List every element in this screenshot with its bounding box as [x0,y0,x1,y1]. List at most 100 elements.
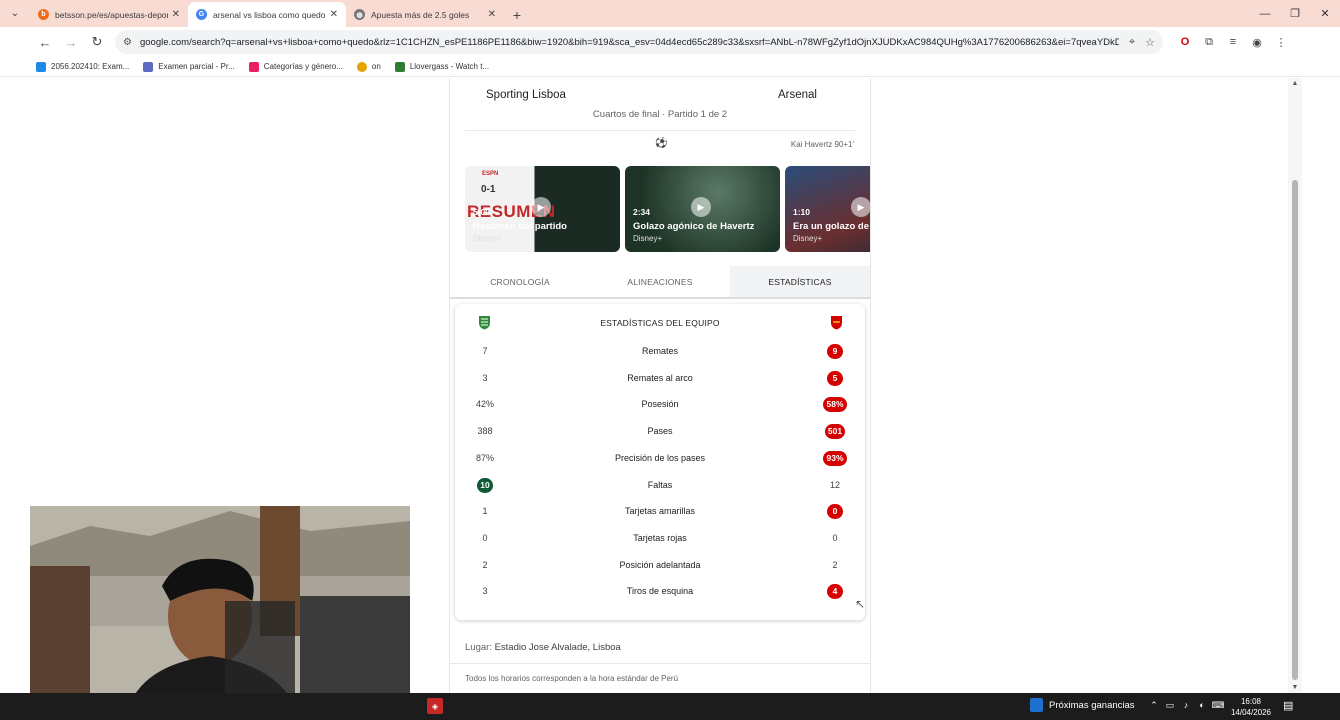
away-team-name[interactable]: Arsenal [778,89,817,101]
away-stat-text: 2 [832,559,838,570]
home-stat-text: 3 [482,372,488,383]
video-duration: 1:10 [793,207,811,217]
tab-alineaciones[interactable]: ALINEACIONES [590,266,730,297]
video-card[interactable]: ▶ 2:34 Golazo agónico de Havertz Disney+ [625,166,780,252]
scroll-thumb[interactable] [1292,180,1298,680]
away-stat-text: 0 [832,532,838,543]
home-stat-value: 7 [467,346,503,356]
away-stat-text: 501 [824,424,846,440]
media-control-icon[interactable]: ≡ [1221,30,1245,54]
tab-search-chevron-icon[interactable]: ⌄ [0,0,30,27]
system-clock[interactable]: 16:08 14/04/2026 [1228,696,1274,718]
stat-row: 0 Tarjetas rojas 0 [455,529,865,547]
play-icon[interactable]: ▶ [691,197,711,217]
divider [450,663,870,664]
url-text: google.com/search?q=arsenal+vs+lisboa+co… [139,36,1119,48]
video-source: Disney+ [633,234,663,243]
close-window-icon[interactable]: ✕ [1310,0,1340,27]
video-card[interactable]: ESPN 0-1 RESUMEN ▶ 5:00 Resumen del part… [465,166,620,252]
home-stat-value: 2 [467,560,503,570]
away-stat-value: 501 [817,424,853,440]
windows-taskbar: ◈ Próximas ganancias ⌃ ▭ ♪ ◐ ⌨ 16:08 14/… [0,693,1340,720]
home-team-name[interactable]: Sporting Lisboa [486,89,566,101]
stat-row: 42% Posesión 58% [455,395,865,413]
home-stat-text: 87% [475,452,494,463]
home-stat-text: 10 [477,477,493,493]
bookmark-item[interactable]: on [356,61,381,72]
stat-label: Posesión [641,399,679,410]
webcam-image [30,506,410,720]
bookmark-item[interactable]: Examen parcial - Pr... [143,61,235,72]
opera-extension-icon[interactable]: O [1173,30,1197,54]
goal-scorer: Kai Havertz 90+1' [790,140,854,149]
address-bar[interactable]: ⚙ google.com/search?q=arsenal+vs+lisboa+… [115,30,1163,54]
stat-label: Remates [641,346,678,356]
keyboard-icon[interactable]: ⌨ [1210,700,1226,711]
home-stat-text: 2 [482,559,488,570]
tab-estadisticas[interactable]: ESTADÍSTICAS [730,266,870,297]
location-pin-icon[interactable]: ⌖ [1129,36,1135,49]
webcam-tray-icon[interactable]: ◐ [1194,700,1210,711]
home-stat-text: 7 [482,346,488,356]
tab-apuesta[interactable]: ◍ Apuesta más de 2.5 goles ✕ [346,2,504,27]
menu-kebab-icon[interactable]: ⋮ [1269,30,1293,54]
stat-label: Tarjetas rojas [633,532,687,543]
bookmark-star-icon[interactable]: ☆ [1145,36,1155,49]
tab-title: Apuesta más de 2.5 goles [371,9,470,20]
stat-label: Posición adelantada [619,559,701,570]
venue-label: Lugar: [465,642,492,653]
divider [465,130,855,131]
close-tab-icon[interactable]: ✕ [330,9,338,20]
bookmark-item[interactable]: 2056.202410: Exam... [36,61,129,72]
stats-title: ESTADÍSTICAS DEL EQUIPO [600,318,720,328]
venue-value[interactable]: Estadio Jose Alvalade, Lisboa [495,642,621,653]
clock-time: 16:08 [1240,697,1262,706]
clock-date: 14/04/2026 [1230,708,1272,717]
recording-app-icon[interactable]: ◈ [427,698,443,714]
site-settings-icon[interactable]: ⚙ [123,37,132,48]
tab-betsson[interactable]: b betsson.pe/es/apuestas-deport ✕ [30,2,188,27]
chevron-up-icon[interactable]: ⌃ [1146,700,1162,711]
away-stat-value: 9 [817,344,853,359]
extensions-puzzle-icon[interactable]: ⧉ [1197,30,1221,54]
scroll-up-icon[interactable]: ▲ [1288,80,1302,87]
video-carousel: ESPN 0-1 RESUMEN ▶ 5:00 Resumen del part… [465,166,870,252]
minimize-icon[interactable]: — [1250,0,1280,27]
speaker-icon[interactable]: ♪ [1178,700,1194,711]
stats-header: ESTADÍSTICAS DEL EQUIPO [455,314,865,332]
restore-icon[interactable]: ❐ [1280,0,1310,27]
bookmark-item[interactable]: Llovergass - Watch t... [394,61,489,72]
new-tab-button[interactable]: + [504,2,530,27]
home-stat-value: 87% [467,453,503,463]
close-tab-icon[interactable]: ✕ [172,9,180,20]
window-controls: — ❐ ✕ [1250,0,1340,27]
back-arrow-icon[interactable]: ← [33,30,57,54]
profile-avatar-icon[interactable]: ◉ [1245,30,1269,54]
forward-arrow-icon[interactable]: → [59,30,83,54]
away-stat-value: 0 [817,504,853,520]
venue-info: Lugar: Estadio Jose Alvalade, Lisboa [465,642,621,653]
bookmark-item[interactable]: Categorías y género... [248,61,343,72]
reload-icon[interactable]: ↻ [85,30,109,54]
tab-google-search[interactable]: G arsenal vs lisboa como quedo ✕ [188,2,346,27]
news-widget[interactable]: Próximas ganancias [1030,698,1135,712]
notification-icon[interactable]: ▤ [1283,699,1293,712]
away-stat-text: 0 [827,504,843,520]
away-stat-value: 12 [817,480,853,490]
tab-title: arsenal vs lisboa como quedo [213,9,326,20]
stat-label: Faltas [647,479,673,490]
stat-row: 10 Faltas 12 [455,476,865,494]
scroll-down-icon[interactable]: ▼ [1288,684,1302,691]
away-stat-text: 4 [827,584,843,600]
video-card[interactable]: ▶ 1:10 Era un golazo de Z Disney+ [785,166,870,252]
page-scrollbar[interactable]: ▲ ▼ [1288,78,1302,693]
stat-label: Remates al arco [627,372,693,383]
away-stat-value: 0 [817,533,853,543]
network-icon[interactable]: ▭ [1162,700,1178,711]
tab-cronologia[interactable]: CRONOLOGÍA [450,266,590,297]
play-icon[interactable]: ▶ [851,197,870,217]
close-tab-icon[interactable]: ✕ [488,9,496,20]
tab-strip: ⌄ b betsson.pe/es/apuestas-deport ✕ G ar… [0,0,1340,27]
play-icon[interactable]: ▶ [531,197,551,217]
video-title: Era un golazo de Z [793,221,870,232]
